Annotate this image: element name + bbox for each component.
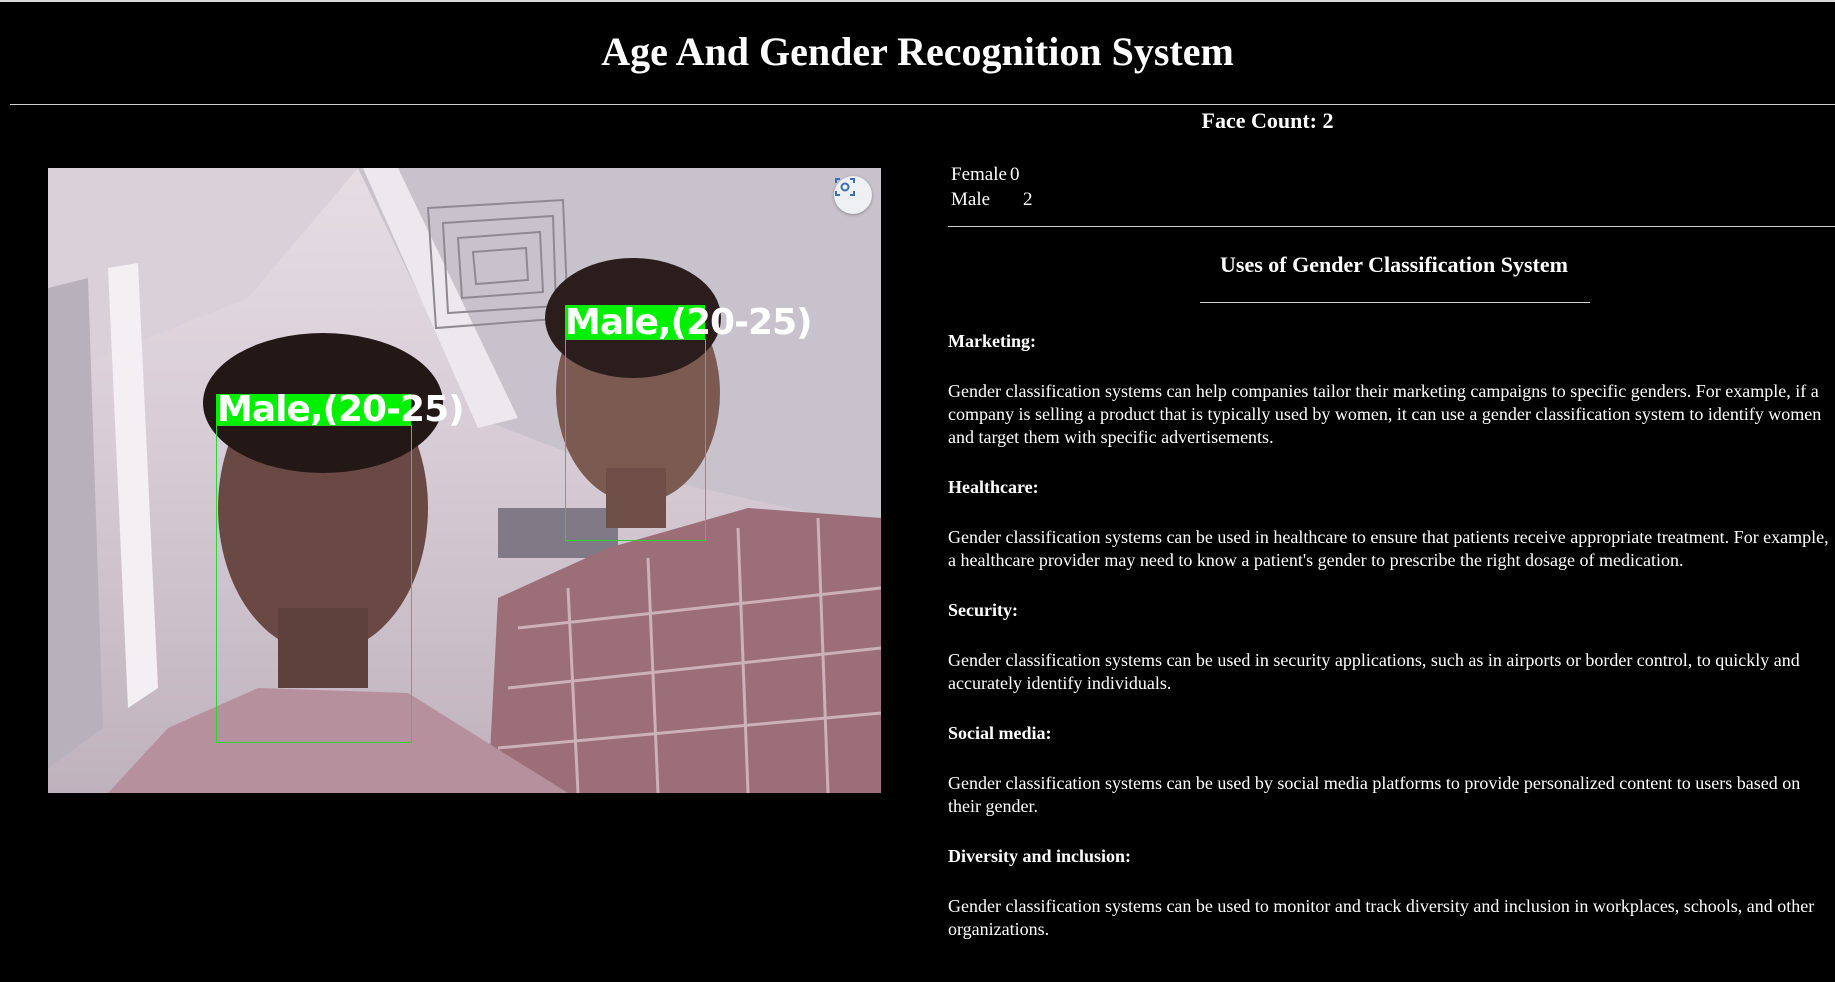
use-item: Diversity and inclusion: Gender classifi…: [948, 845, 1833, 941]
uses-heading-underline: [1200, 302, 1590, 303]
screenshot-button[interactable]: [834, 176, 872, 214]
use-description: Gender classification systems can help c…: [948, 381, 1822, 447]
table-row: Female 0: [949, 162, 1034, 187]
use-item: Security: Gender classification systems …: [948, 599, 1833, 695]
use-title: Diversity and inclusion:: [948, 846, 1132, 866]
use-item: Marketing: Gender classification systems…: [948, 330, 1833, 449]
use-description: Gender classification systems can be use…: [948, 527, 1829, 570]
use-item: Social media: Gender classification syst…: [948, 722, 1833, 818]
detection-label: Male,(20-25): [565, 302, 813, 343]
stats-divider: [948, 226, 1835, 227]
gender-count: 0: [1009, 164, 1020, 185]
use-title: Security:: [948, 600, 1018, 620]
face-bounding-box: [565, 339, 706, 541]
use-description: Gender classification systems can be use…: [948, 896, 1815, 939]
top-border: [0, 0, 1835, 2]
use-title: Marketing:: [948, 331, 1036, 351]
use-title: Social media:: [948, 723, 1052, 743]
gender-count-table: Female 0 Male 2: [949, 162, 1034, 212]
use-description: Gender classification systems can be use…: [948, 650, 1800, 693]
header-divider: [10, 104, 1835, 105]
gender-count: 2: [1022, 189, 1033, 210]
camera-feed: Male,(20-25) Male,(20-25): [48, 168, 881, 793]
detection-label: Male,(20-25): [217, 389, 465, 430]
use-description: Gender classification systems can be use…: [948, 773, 1801, 816]
face-count: Face Count: 2: [1201, 108, 1334, 133]
page-title: Age And Gender Recognition System: [601, 29, 1234, 74]
gender-label: Male: [951, 189, 991, 210]
table-row: Male 2: [949, 187, 1034, 212]
uses-heading: Uses of Gender Classification System: [1220, 252, 1568, 277]
use-item: Healthcare: Gender classification system…: [948, 476, 1833, 572]
gender-label: Female: [951, 164, 1007, 185]
camera-scene: [48, 168, 881, 793]
face-bounding-box: [216, 425, 412, 743]
screenshot-capture-icon: [835, 178, 855, 196]
uses-list: Marketing: Gender classification systems…: [948, 330, 1833, 968]
use-title: Healthcare:: [948, 477, 1039, 497]
